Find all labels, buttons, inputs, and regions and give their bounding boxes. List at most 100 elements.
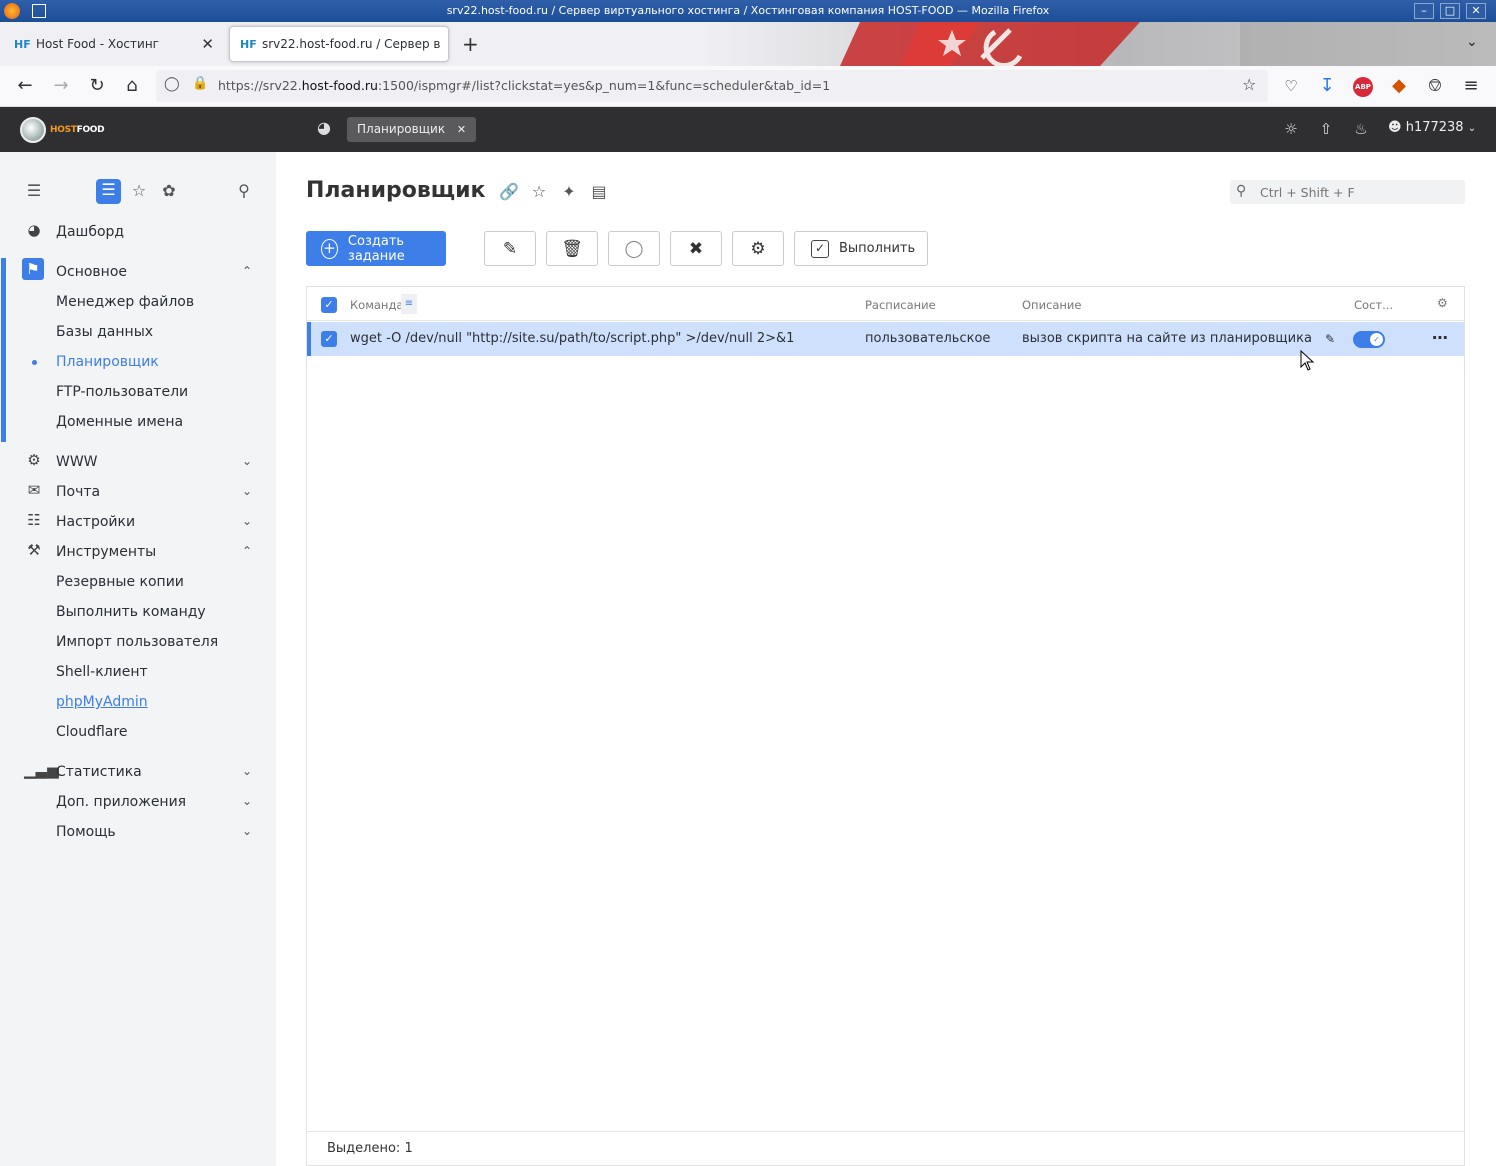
pocket-icon[interactable]: ♡ xyxy=(1280,76,1302,96)
close-window-button[interactable]: ✕ xyxy=(1466,3,1486,19)
sidebar-item-dashboard[interactable]: ◕ Дашборд xyxy=(0,217,276,247)
main-content: Планировщик 🔗 ☆ ✦ ▤ ⚲ + Создать задание … xyxy=(276,152,1496,1166)
lightbulb-off-icon: ✖ xyxy=(688,238,704,259)
delete-button[interactable]: 🗑 xyxy=(546,231,598,266)
minimize-button[interactable]: – xyxy=(1414,3,1434,19)
search-box[interactable]: ⚲ xyxy=(1230,180,1465,204)
chevron-down-icon: ⌄ xyxy=(242,764,253,778)
chevron-down-icon: ⌄ xyxy=(242,484,253,498)
enable-button[interactable]: ◯ xyxy=(608,231,660,266)
row-checkbox[interactable]: ✓ xyxy=(321,331,337,347)
hamburger-icon[interactable]: ☰ xyxy=(22,180,46,202)
extensions-puzzle-icon[interactable]: ⎊ xyxy=(1424,76,1446,96)
row-more-icon[interactable]: ⋯ xyxy=(1432,328,1448,347)
export-icon[interactable]: ▤ xyxy=(589,182,609,201)
tab-host-food[interactable]: HF Host Food - Хостинг ✕ xyxy=(4,26,222,62)
sidebar-item-settings[interactable]: ☷ Настройки ⌄ xyxy=(0,507,276,537)
sidebar-item-help[interactable]: Помощь ⌄ xyxy=(0,817,276,847)
close-tab-icon[interactable]: ✕ xyxy=(457,123,466,136)
lightbulb-icon: ◯ xyxy=(624,238,644,259)
extension-icon[interactable]: ◆ xyxy=(1388,76,1410,96)
host-food-logo[interactable]: HOSTFOOD xyxy=(20,117,105,143)
select-all-checkbox[interactable]: ✓ xyxy=(321,297,337,313)
sidebar-item-import-user[interactable]: Импорт пользователя xyxy=(0,627,276,657)
lock-icon[interactable]: 🔒 xyxy=(192,76,208,91)
maximize-button[interactable]: □ xyxy=(1440,3,1460,19)
home-icon[interactable]: ⌂ xyxy=(121,76,143,96)
tab-list-chevron-icon[interactable]: ⌄ xyxy=(1466,34,1478,50)
pin-icon[interactable]: ✦ xyxy=(559,182,579,201)
user-menu[interactable]: ☻ h177238 ⌄ xyxy=(1388,120,1476,135)
url-text[interactable]: https://srv22.host-food.ru:1500/ispmgr#/… xyxy=(218,78,830,93)
status-toggle[interactable]: ✓ xyxy=(1353,331,1385,348)
host-food-favicon: HF xyxy=(14,37,31,51)
back-icon[interactable]: ← xyxy=(14,76,36,96)
sliders-icon: ☷ xyxy=(27,511,41,529)
sidebar-item-main[interactable]: ⚑ Основное ⌃ xyxy=(0,257,276,287)
downloads-icon[interactable]: ↧ xyxy=(1316,76,1338,96)
page-title: Планировщик xyxy=(306,178,486,203)
sidebar-item-cloudflare[interactable]: Cloudflare xyxy=(0,717,276,747)
upload-icon[interactable]: ⇧ xyxy=(1316,120,1336,138)
favorites-star-icon[interactable]: ☆ xyxy=(127,180,151,202)
tab-label: Host Food - Хостинг xyxy=(36,37,159,51)
forward-icon[interactable]: → xyxy=(50,76,72,96)
sidebar-item-file-manager[interactable]: Менеджер файлов xyxy=(0,287,276,317)
column-command[interactable]: Команда xyxy=(350,298,403,312)
adblock-icon[interactable]: ABP xyxy=(1353,77,1373,97)
tab-srv22[interactable]: HF srv22.host-food.ru / Сервер в xyxy=(229,26,449,62)
dashboard-icon: ◕ xyxy=(27,221,41,239)
url-bar[interactable]: ◯ 🔒 https://srv22.host-food.ru:1500/ispm… xyxy=(156,70,1268,102)
sidebar-item-extra-apps[interactable]: Доп. приложения ⌄ xyxy=(0,787,276,817)
sort-icon[interactable]: ≡ xyxy=(401,294,417,314)
sidebar-item-run-command[interactable]: Выполнить команду xyxy=(0,597,276,627)
browser-nav-bar: ← → ↻ ⌂ ◯ 🔒 https://srv22.host-food.ru:1… xyxy=(0,66,1496,107)
search-icon: ⚲ xyxy=(1236,183,1247,199)
list-view-icon[interactable]: ☰ xyxy=(96,179,121,204)
run-button[interactable]: ✓ Выполнить xyxy=(794,231,928,266)
user-icon: ☻ xyxy=(1388,120,1402,135)
mail-icon: ✉ xyxy=(27,481,41,499)
notifications-bell-icon[interactable]: ♨ xyxy=(1351,120,1371,138)
sidebar-item-scheduler[interactable]: Планировщик xyxy=(0,347,276,377)
close-tab-icon[interactable]: ✕ xyxy=(201,35,214,53)
sidebar-item-www[interactable]: ⚙ WWW ⌄ xyxy=(0,447,276,477)
menu-icon[interactable]: ≡ xyxy=(1460,76,1482,96)
open-tab-scheduler[interactable]: Планировщик ✕ xyxy=(347,117,477,142)
column-schedule[interactable]: Расписание xyxy=(865,298,936,312)
cell-command: wget -O /dev/null "http://site.su/path/t… xyxy=(350,331,795,346)
theme-sun-icon[interactable]: ☼ xyxy=(1281,120,1301,138)
active-dot xyxy=(32,360,37,365)
sidebar-search-icon[interactable]: ⚲ xyxy=(232,180,256,202)
edit-button[interactable]: ✎ xyxy=(484,231,536,266)
sidebar-item-ftp-users[interactable]: FTP-пользователи xyxy=(0,377,276,407)
settings-button[interactable]: ⚙ xyxy=(732,231,784,266)
dashboard-tab-icon[interactable]: ◕ xyxy=(314,119,334,137)
sidebar-item-domain-names[interactable]: Доменные имена xyxy=(0,407,276,437)
favorite-star-icon[interactable]: ☆ xyxy=(529,182,549,201)
create-task-button[interactable]: + Создать задание xyxy=(306,231,446,266)
table-row[interactable]: ✓ wget -O /dev/null "http://site.su/path… xyxy=(307,322,1464,356)
column-settings-gear-icon[interactable]: ⚙ xyxy=(1437,296,1448,310)
chevron-down-icon: ⌄ xyxy=(242,794,253,808)
row-edit-pencil-icon[interactable]: ✎ xyxy=(1325,332,1335,346)
shield-icon[interactable]: ◯ xyxy=(164,76,180,92)
footprints-icon[interactable]: ✿ xyxy=(157,180,181,202)
new-tab-button[interactable]: + xyxy=(462,32,479,56)
sidebar-item-shell-client[interactable]: Shell-клиент xyxy=(0,657,276,687)
sidebar-item-mail[interactable]: ✉ Почта ⌄ xyxy=(0,477,276,507)
table-footer: Выделено: 1 xyxy=(307,1131,1464,1165)
sidebar-item-phpmyadmin[interactable]: phpMyAdmin xyxy=(0,687,276,717)
link-icon[interactable]: 🔗 xyxy=(499,182,519,201)
sidebar-item-databases[interactable]: Базы данных xyxy=(0,317,276,347)
reload-icon[interactable]: ↻ xyxy=(86,76,108,96)
column-description[interactable]: Описание xyxy=(1022,298,1081,312)
sidebar-item-tools[interactable]: ⚒ Инструменты ⌃ xyxy=(0,537,276,567)
bar-chart-icon: ▁▃▅ xyxy=(24,761,59,779)
sidebar-item-backups[interactable]: Резервные копии xyxy=(0,567,276,597)
column-status[interactable]: Сост... xyxy=(1354,298,1393,312)
search-input[interactable] xyxy=(1260,182,1460,202)
sidebar-item-statistics[interactable]: ▁▃▅ Статистика ⌄ xyxy=(0,757,276,787)
disable-button[interactable]: ✖ xyxy=(670,231,722,266)
bookmark-star-icon[interactable]: ☆ xyxy=(1242,75,1256,94)
